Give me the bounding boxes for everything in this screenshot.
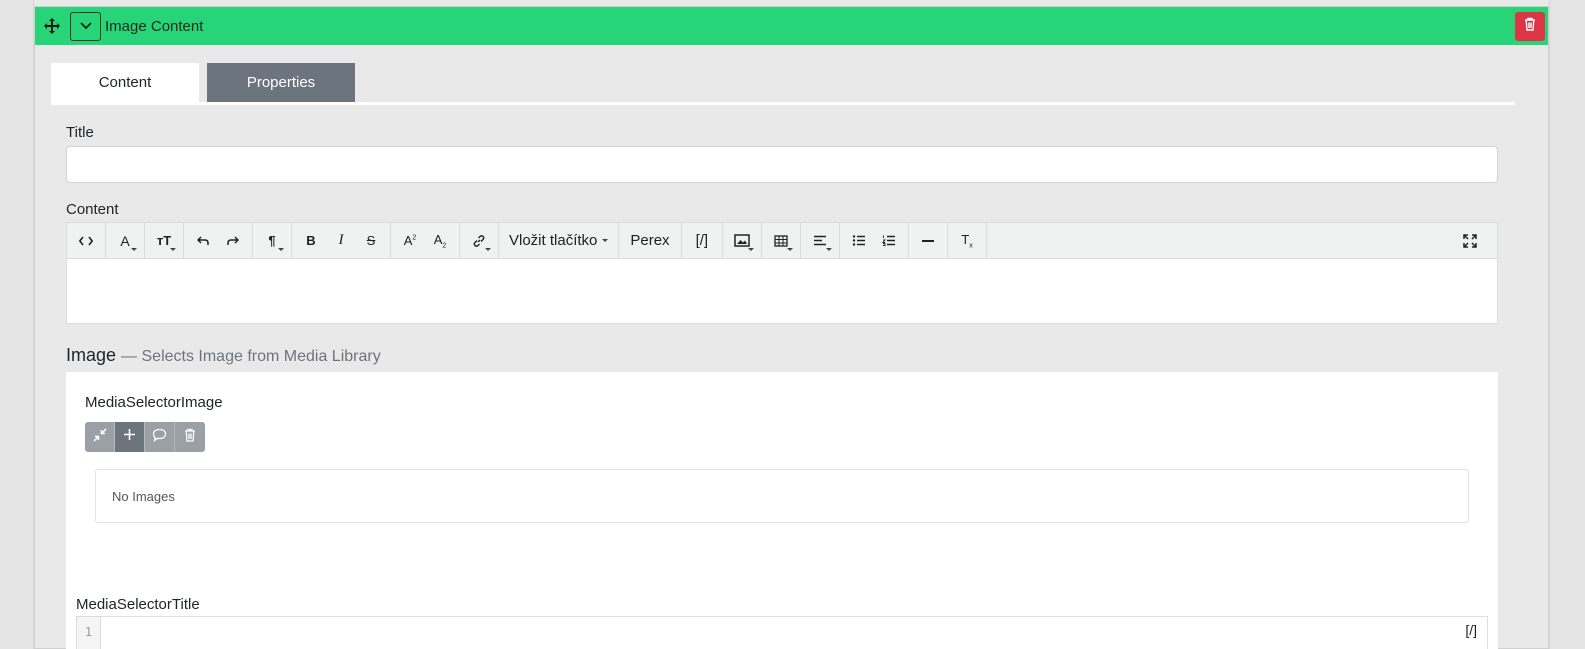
collapse-toggle-button[interactable] [70,11,101,41]
bold-icon[interactable]: B [296,226,326,256]
title-input[interactable] [66,146,1498,183]
link-icon[interactable] [464,226,494,256]
add-image-button[interactable] [115,422,145,452]
image-section-box: MediaSelectorImage No Images MediaSelect… [66,372,1498,649]
move-icon[interactable] [35,7,69,45]
media-button-group [85,422,205,452]
trash-icon [184,428,196,447]
redo-icon[interactable] [218,226,248,256]
media-selector-image-label: MediaSelectorImage [85,394,223,411]
tab-content[interactable]: Content [51,63,199,102]
chevron-down-icon [79,17,92,35]
perex-button[interactable]: Perex [630,232,669,249]
plus-icon [123,428,136,446]
collapse-button[interactable] [85,422,115,452]
italic-icon[interactable]: I [326,226,356,256]
media-selector-title-label: MediaSelectorTitle [76,596,200,613]
caret-down-icon [602,239,609,242]
line-number: 1 [84,625,93,639]
compress-icon [92,427,107,447]
media-selector-title-code-editor[interactable]: 1 [/] [76,616,1488,649]
paragraph-icon[interactable]: ¶ [257,226,287,256]
delete-image-button[interactable] [175,422,205,452]
code-shortcode-button[interactable]: [/] [1465,622,1477,638]
image-heading-subtitle: — Selects Image from Media Library [121,348,381,365]
insert-button-dropdown[interactable]: Vložit tlačítko [509,232,597,249]
numbered-list-icon[interactable] [874,226,904,256]
comment-icon [152,428,167,447]
undo-icon[interactable] [188,226,218,256]
font-color-icon[interactable]: A [110,226,140,256]
fullscreen-icon[interactable] [1455,226,1485,256]
no-images-text: No Images [112,488,175,504]
image-heading-title: Image [66,345,117,365]
code-view-icon[interactable] [71,226,101,256]
bullet-list-icon[interactable] [844,226,874,256]
shortcode-button[interactable]: [/] [696,232,709,249]
subscript-icon[interactable]: A2 [425,226,455,256]
title-label: Title [66,124,94,141]
image-icon[interactable] [727,226,757,256]
editor-toolbar: A тT ¶ B I S A2 A2 Vložit tlačítko Perex… [67,222,1497,259]
block-header: Image Content [35,7,1548,45]
block-title: Image Content [105,17,204,35]
line-number-gutter: 1 [77,617,101,649]
content-block-panel: Image Content Content Properties Title C… [34,6,1549,649]
tab-properties[interactable]: Properties [207,63,355,102]
image-section-heading: Image — Selects Image from Media Library [66,345,381,366]
content-label: Content [66,201,119,218]
tab-bar: Content Properties [51,63,1515,105]
align-icon[interactable] [805,226,835,256]
table-icon[interactable] [766,226,796,256]
outer-right-scrollbar[interactable] [1549,0,1585,649]
clear-format-icon[interactable]: Tx [952,226,982,256]
strikethrough-icon[interactable]: S [356,226,386,256]
superscript-icon[interactable]: A2 [395,226,425,256]
font-size-icon[interactable]: тT [149,226,179,256]
horizontal-rule-icon[interactable] [913,226,943,256]
rich-text-editor: A тT ¶ B I S A2 A2 Vložit tlačítko Perex… [66,222,1498,324]
trash-icon [1524,17,1536,36]
delete-block-button[interactable] [1515,12,1545,41]
outer-left-margin [0,0,34,649]
no-images-placeholder: No Images [95,469,1469,523]
comment-button[interactable] [145,422,175,452]
